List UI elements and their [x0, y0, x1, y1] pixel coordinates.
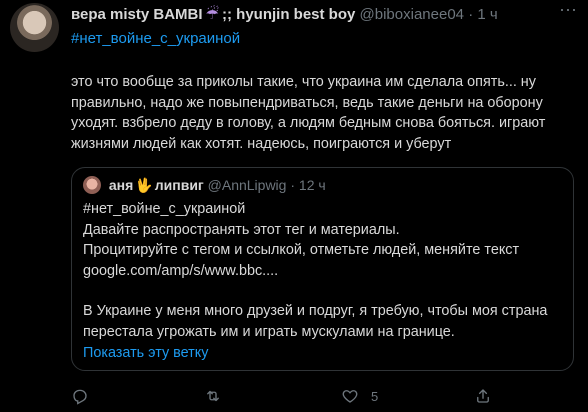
more-options-icon[interactable]: ··· — [556, 0, 580, 26]
quoted-line: #нет_войне_с_украиной — [83, 201, 246, 217]
vulcan-salute-emoji-icon: 🖖 — [135, 177, 153, 193]
quoted-author-name: аня 🖖 липвиг — [109, 177, 208, 193]
reply-button[interactable] — [71, 385, 101, 407]
quoted-author-avatar — [83, 176, 101, 194]
author-name-suffix[interactable]: ;; hyunjin best boy — [222, 6, 355, 23]
separator-dot: · — [468, 6, 474, 23]
author-display-name[interactable]: вера misty BAMBI — [71, 6, 203, 23]
quoted-line: google.com/amp/s/www.bbc.... — [83, 262, 279, 279]
heart-icon — [342, 390, 358, 403]
quoted-author-name-part2: липвиг — [154, 177, 204, 193]
quoted-author-name-part1: аня — [108, 177, 134, 193]
quoted-tweet-timestamp: 12 ч — [298, 177, 326, 193]
author-handle[interactable]: @biboxianee04 — [360, 6, 464, 23]
tweet-timestamp[interactable]: 1 ч — [477, 6, 497, 23]
quoted-author-handle: @AnnLipwig — [207, 177, 287, 193]
author-name[interactable]: вера misty BAMBI ☔;; hyunjin best boy — [71, 6, 360, 23]
quoted-line-blank — [83, 281, 563, 301]
tweet-header: вера misty BAMBI ☔;; hyunjin best boy @bi… — [71, 5, 581, 25]
retweet-icon — [207, 390, 219, 402]
author-avatar[interactable] — [10, 3, 59, 52]
quoted-line: Давайте распространять этот тег и матери… — [83, 221, 400, 238]
like-count: 5 — [371, 388, 379, 404]
retweet-button[interactable] — [204, 385, 234, 407]
tweet-actions: 5 — [71, 385, 571, 407]
quoted-line: В Украине у меня много друзей и подруг, … — [83, 303, 548, 340]
quoted-tweet-header: аня 🖖 липвиг @AnnLipwig · 12 ч — [83, 176, 326, 194]
tweet-text: это что вообще за приколы такие, что укр… — [71, 74, 546, 152]
separator-dot: · — [290, 177, 296, 193]
like-button[interactable]: 5 — [341, 385, 378, 407]
quoted-tweet-text: #нет_войне_с_украиной Давайте распростра… — [83, 199, 563, 343]
quoted-tweet[interactable]: аня 🖖 липвиг @AnnLipwig · 12 ч #нет_войне_… — [71, 167, 574, 371]
tweet[interactable]: вера misty BAMBI ☔;; hyunjin best boy @bi… — [0, 0, 588, 412]
share-button[interactable] — [474, 385, 504, 407]
umbrella-emoji-icon: ☔ — [205, 6, 220, 23]
hashtag-link[interactable]: #нет_войне_с_украиной — [71, 29, 240, 49]
share-icon — [477, 389, 489, 403]
reply-icon — [73, 389, 87, 405]
show-thread-link[interactable]: Показать эту ветку — [83, 343, 208, 363]
quoted-line: Процитируйте с тегом и ссылкой, отметьте… — [83, 242, 520, 259]
